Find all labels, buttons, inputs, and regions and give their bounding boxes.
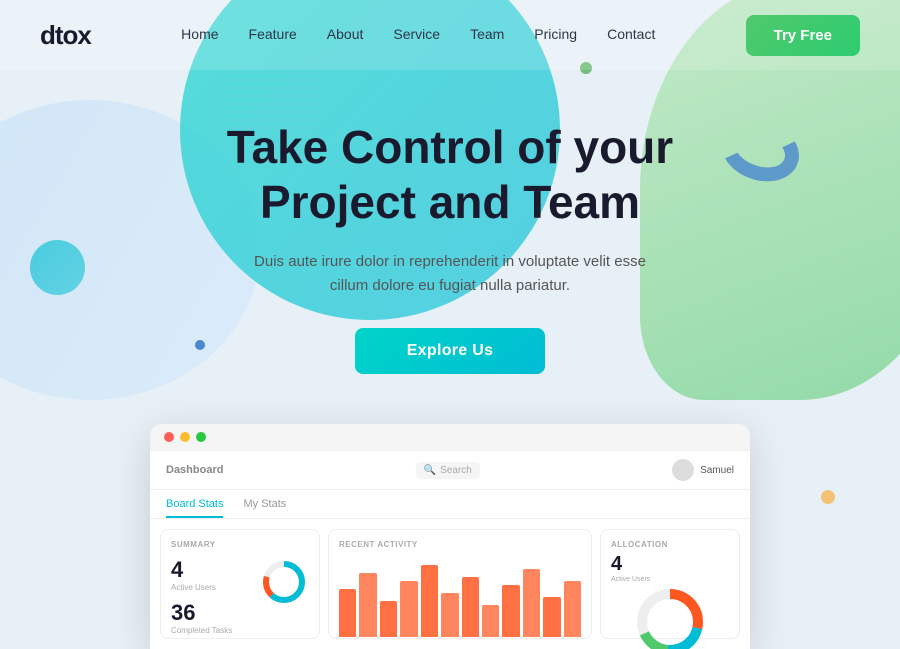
- allocation-panel: ALLOCATION 4 Active Users: [600, 529, 740, 639]
- bar-item: [564, 581, 581, 637]
- bar-chart: [339, 557, 581, 637]
- hero-section: Take Control of your Project and Team Du…: [0, 70, 900, 404]
- bar-item: [502, 585, 519, 637]
- bar-item: [421, 565, 438, 637]
- dash-body: SUMMARY 4 Active Users 36 Completed Task…: [150, 519, 750, 649]
- stat-active-users: 4 Active Users 36 Completed Tasks: [171, 557, 232, 635]
- navbar: dtox Home Feature About Service Team Pri…: [0, 0, 900, 70]
- bar-item: [380, 601, 397, 637]
- stats-panel: SUMMARY 4 Active Users 36 Completed Task…: [160, 529, 320, 639]
- alloc-label: ALLOCATION: [611, 540, 729, 549]
- bar-item: [482, 605, 499, 637]
- nav-feature[interactable]: Feature: [249, 26, 297, 42]
- alloc-sub: Active Users: [611, 576, 729, 583]
- dashboard-preview: Dashboard 🔍 Search Samuel Board Stats My…: [150, 424, 750, 649]
- bar-item: [339, 589, 356, 637]
- bar-item: [359, 573, 376, 637]
- bar-item: [400, 581, 417, 637]
- bar-item: [543, 597, 560, 637]
- tab-board-stats[interactable]: Board Stats: [166, 498, 223, 518]
- dash-search-placeholder: Search: [440, 465, 472, 476]
- completed-tasks-label: Completed Tasks: [171, 626, 232, 635]
- bar-item: [523, 569, 540, 637]
- dash-user: Samuel: [672, 459, 734, 481]
- dot-red: [164, 432, 174, 442]
- user-name: Samuel: [700, 465, 734, 476]
- activity-panel: Recent Activity: [328, 529, 592, 639]
- hero-headline: Take Control of your Project and Team: [20, 120, 880, 230]
- hero-subtext: Duis aute irure dolor in reprehenderit i…: [240, 250, 660, 298]
- brand-logo: dtox: [40, 20, 91, 51]
- dash-titlebar: [150, 424, 750, 451]
- dash-search-bar[interactable]: 🔍 Search: [416, 462, 480, 479]
- alloc-num: 4: [611, 553, 729, 576]
- dash-title: Dashboard: [166, 464, 223, 476]
- alloc-donut-chart: [635, 587, 705, 649]
- active-users-label: Active Users: [171, 583, 232, 592]
- stats-row: 4 Active Users 36 Completed Tasks: [171, 557, 309, 635]
- tab-my-stats[interactable]: My Stats: [243, 498, 286, 518]
- dot-green-titlebar: [196, 432, 206, 442]
- nav-about[interactable]: About: [327, 26, 364, 42]
- search-icon: 🔍: [424, 465, 436, 476]
- nav-contact[interactable]: Contact: [607, 26, 655, 42]
- nav-links: Home Feature About Service Team Pricing …: [181, 26, 655, 44]
- nav-team[interactable]: Team: [470, 26, 504, 42]
- user-avatar: [672, 459, 694, 481]
- dash-tabs: Board Stats My Stats: [150, 490, 750, 519]
- nav-home[interactable]: Home: [181, 26, 218, 42]
- explore-button[interactable]: Explore Us: [355, 328, 546, 374]
- try-free-button[interactable]: Try Free: [746, 15, 860, 56]
- hero-headline-line2: Project and Team: [260, 176, 640, 228]
- hero-headline-line1: Take Control of your: [227, 121, 673, 173]
- bar-item: [462, 577, 479, 637]
- active-users-num: 4: [171, 557, 232, 583]
- dash-header: Dashboard 🔍 Search Samuel: [150, 451, 750, 490]
- nav-pricing[interactable]: Pricing: [534, 26, 577, 42]
- nav-service[interactable]: Service: [393, 26, 440, 42]
- activity-label: Recent Activity: [339, 540, 581, 549]
- completed-tasks-num: 36: [171, 600, 232, 626]
- dot-yellow: [180, 432, 190, 442]
- stats-label: SUMMARY: [171, 540, 309, 549]
